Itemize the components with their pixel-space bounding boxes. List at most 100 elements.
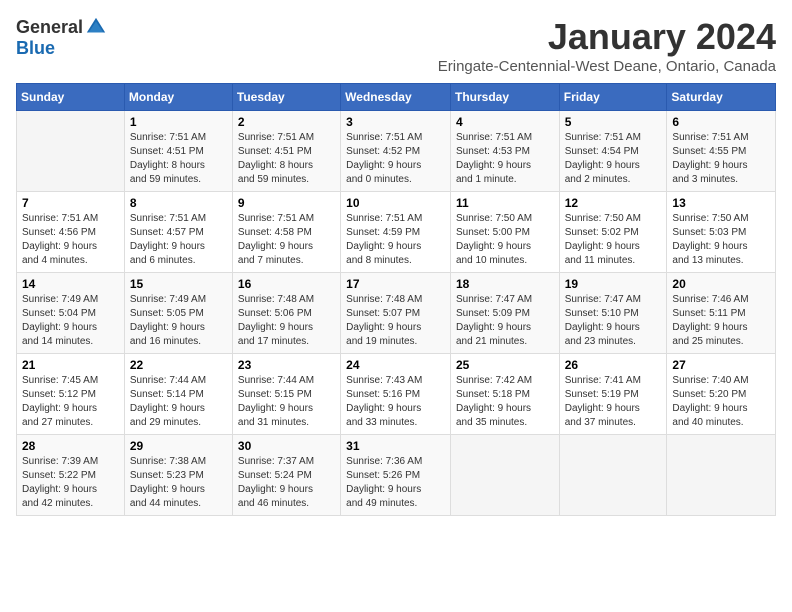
calendar-cell: 18Sunrise: 7:47 AMSunset: 5:09 PMDayligh… <box>450 273 559 354</box>
day-number: 13 <box>672 196 770 210</box>
calendar-cell: 28 Sunrise: 7:39 AMSunset: 5:22 PMDayligh… <box>17 435 125 516</box>
day-number: 22 <box>130 358 227 372</box>
calendar-cell: 22 Sunrise: 7:44 AMSunset: 5:14 PMDayligh… <box>124 354 232 435</box>
day-number: 21 <box>22 358 119 372</box>
day-info: Sunrise: 7:50 AMSunset: 5:00 PMDaylight:… <box>456 212 554 268</box>
day-info: Sunrise: 7:41 AMSunset: 5:19 PMDaylight:… <box>565 374 662 430</box>
day-number: 14 <box>22 277 119 291</box>
day-info: Sunrise: 7:48 AMSunset: 5:06 PMDaylight:… <box>238 293 335 349</box>
day-info: Sunrise: 7:38 AMSunset: 5:23 PMDaylight:… <box>130 455 227 511</box>
day-number: 10 <box>346 196 445 210</box>
calendar-week-row: 14 Sunrise: 7:49 AMSunset: 5:04 PMDayligh… <box>17 273 776 354</box>
day-info: Sunrise: 7:49 AMSunset: 5:04 PMDaylight:… <box>22 293 119 349</box>
day-info: Sunrise: 7:51 AMSunset: 4:54 PMDaylight:… <box>565 131 662 187</box>
calendar-week-row: 7 Sunrise: 7:51 AMSunset: 4:56 PMDaylight… <box>17 192 776 273</box>
day-info: Sunrise: 7:50 AMSunset: 5:02 PMDaylight:… <box>565 212 662 268</box>
day-info: Sunrise: 7:36 AMSunset: 5:26 PMDaylight:… <box>346 455 445 511</box>
day-number: 5 <box>565 115 662 129</box>
day-info: Sunrise: 7:51 AMSunset: 4:59 PMDaylight:… <box>346 212 445 268</box>
calendar-header-monday: Monday <box>124 84 232 111</box>
calendar-header-sunday: Sunday <box>17 84 125 111</box>
calendar-cell: 31 Sunrise: 7:36 AMSunset: 5:26 PMDayligh… <box>341 435 451 516</box>
day-info: Sunrise: 7:51 AMSunset: 4:58 PMDaylight:… <box>238 212 335 268</box>
calendar-cell: 1 Sunrise: 7:51 AMSunset: 4:51 PMDaylight… <box>124 111 232 192</box>
day-info: Sunrise: 7:51 AMSunset: 4:51 PMDaylight:… <box>238 131 335 187</box>
calendar-cell <box>450 435 559 516</box>
day-info: Sunrise: 7:37 AMSunset: 5:24 PMDaylight:… <box>238 455 335 511</box>
day-info: Sunrise: 7:47 AMSunset: 5:10 PMDaylight:… <box>565 293 662 349</box>
calendar-cell: 9 Sunrise: 7:51 AMSunset: 4:58 PMDaylight… <box>232 192 340 273</box>
month-title: January 2024 <box>438 16 776 58</box>
day-info: Sunrise: 7:51 AMSunset: 4:52 PMDaylight:… <box>346 131 445 187</box>
calendar-cell: 26 Sunrise: 7:41 AMSunset: 5:19 PMDayligh… <box>559 354 667 435</box>
logo-blue-text: Blue <box>16 38 55 59</box>
day-number: 8 <box>130 196 227 210</box>
day-number: 11 <box>456 196 554 210</box>
day-number: 3 <box>346 115 445 129</box>
day-info: Sunrise: 7:43 AMSunset: 5:16 PMDaylight:… <box>346 374 445 430</box>
day-number: 25 <box>456 358 554 372</box>
day-number: 12 <box>565 196 662 210</box>
day-number: 28 <box>22 439 119 453</box>
calendar-header-row: SundayMondayTuesdayWednesdayThursdayFrid… <box>17 84 776 111</box>
day-number: 15 <box>130 277 227 291</box>
calendar-cell: 5 Sunrise: 7:51 AMSunset: 4:54 PMDaylight… <box>559 111 667 192</box>
calendar-cell: 3 Sunrise: 7:51 AMSunset: 4:52 PMDaylight… <box>341 111 451 192</box>
day-number: 4 <box>456 115 554 129</box>
calendar-cell: 7 Sunrise: 7:51 AMSunset: 4:56 PMDaylight… <box>17 192 125 273</box>
calendar-header-tuesday: Tuesday <box>232 84 340 111</box>
calendar-table: SundayMondayTuesdayWednesdayThursdayFrid… <box>16 83 776 516</box>
calendar-cell: 11 Sunrise: 7:50 AMSunset: 5:00 PMDayligh… <box>450 192 559 273</box>
calendar-cell: 24 Sunrise: 7:43 AMSunset: 5:16 PMDayligh… <box>341 354 451 435</box>
day-number: 26 <box>565 358 662 372</box>
day-info: Sunrise: 7:40 AMSunset: 5:20 PMDaylight:… <box>672 374 770 430</box>
logo-icon <box>85 16 107 38</box>
day-info: Sunrise: 7:44 AMSunset: 5:14 PMDaylight:… <box>130 374 227 430</box>
calendar-cell: 25Sunrise: 7:42 AMSunset: 5:18 PMDayligh… <box>450 354 559 435</box>
calendar-header-saturday: Saturday <box>667 84 776 111</box>
day-number: 2 <box>238 115 335 129</box>
day-number: 7 <box>22 196 119 210</box>
title-block: January 2024 Eringate-Centennial-West De… <box>438 16 776 75</box>
calendar-week-row: 28 Sunrise: 7:39 AMSunset: 5:22 PMDayligh… <box>17 435 776 516</box>
calendar-cell: 8 Sunrise: 7:51 AMSunset: 4:57 PMDaylight… <box>124 192 232 273</box>
day-number: 1 <box>130 115 227 129</box>
day-number: 17 <box>346 277 445 291</box>
calendar-cell: 16 Sunrise: 7:48 AMSunset: 5:06 PMDayligh… <box>232 273 340 354</box>
day-info: Sunrise: 7:46 AMSunset: 5:11 PMDaylight:… <box>672 293 770 349</box>
day-number: 18 <box>456 277 554 291</box>
calendar-cell <box>559 435 667 516</box>
calendar-header-wednesday: Wednesday <box>341 84 451 111</box>
calendar-cell: 30 Sunrise: 7:37 AMSunset: 5:24 PMDayligh… <box>232 435 340 516</box>
day-number: 27 <box>672 358 770 372</box>
day-info: Sunrise: 7:49 AMSunset: 5:05 PMDaylight:… <box>130 293 227 349</box>
calendar-cell: 15 Sunrise: 7:49 AMSunset: 5:05 PMDayligh… <box>124 273 232 354</box>
calendar-cell: 29 Sunrise: 7:38 AMSunset: 5:23 PMDayligh… <box>124 435 232 516</box>
day-number: 31 <box>346 439 445 453</box>
calendar-cell: 27 Sunrise: 7:40 AMSunset: 5:20 PMDayligh… <box>667 354 776 435</box>
calendar-cell: 10 Sunrise: 7:51 AMSunset: 4:59 PMDayligh… <box>341 192 451 273</box>
day-info: Sunrise: 7:51 AMSunset: 4:56 PMDaylight:… <box>22 212 119 268</box>
calendar-cell: 20Sunrise: 7:46 AMSunset: 5:11 PMDayligh… <box>667 273 776 354</box>
day-info: Sunrise: 7:39 AMSunset: 5:22 PMDaylight:… <box>22 455 119 511</box>
day-info: Sunrise: 7:51 AMSunset: 4:51 PMDaylight:… <box>130 131 227 187</box>
day-info: Sunrise: 7:51 AMSunset: 4:53 PMDaylight:… <box>456 131 554 187</box>
subtitle: Eringate-Centennial-West Deane, Ontario,… <box>438 58 776 75</box>
calendar-header-thursday: Thursday <box>450 84 559 111</box>
day-number: 24 <box>346 358 445 372</box>
day-number: 23 <box>238 358 335 372</box>
calendar-cell: 4 Sunrise: 7:51 AMSunset: 4:53 PMDaylight… <box>450 111 559 192</box>
page-header: General Blue January 2024 Eringate-Cente… <box>16 16 776 75</box>
calendar-week-row: 1 Sunrise: 7:51 AMSunset: 4:51 PMDaylight… <box>17 111 776 192</box>
calendar-cell: 2 Sunrise: 7:51 AMSunset: 4:51 PMDaylight… <box>232 111 340 192</box>
calendar-cell: 21 Sunrise: 7:45 AMSunset: 5:12 PMDayligh… <box>17 354 125 435</box>
calendar-cell: 12 Sunrise: 7:50 AMSunset: 5:02 PMDayligh… <box>559 192 667 273</box>
day-number: 16 <box>238 277 335 291</box>
day-info: Sunrise: 7:45 AMSunset: 5:12 PMDaylight:… <box>22 374 119 430</box>
day-number: 29 <box>130 439 227 453</box>
calendar-cell: 17Sunrise: 7:48 AMSunset: 5:07 PMDayligh… <box>341 273 451 354</box>
day-number: 30 <box>238 439 335 453</box>
day-number: 9 <box>238 196 335 210</box>
logo: General Blue <box>16 16 107 59</box>
day-info: Sunrise: 7:51 AMSunset: 4:57 PMDaylight:… <box>130 212 227 268</box>
